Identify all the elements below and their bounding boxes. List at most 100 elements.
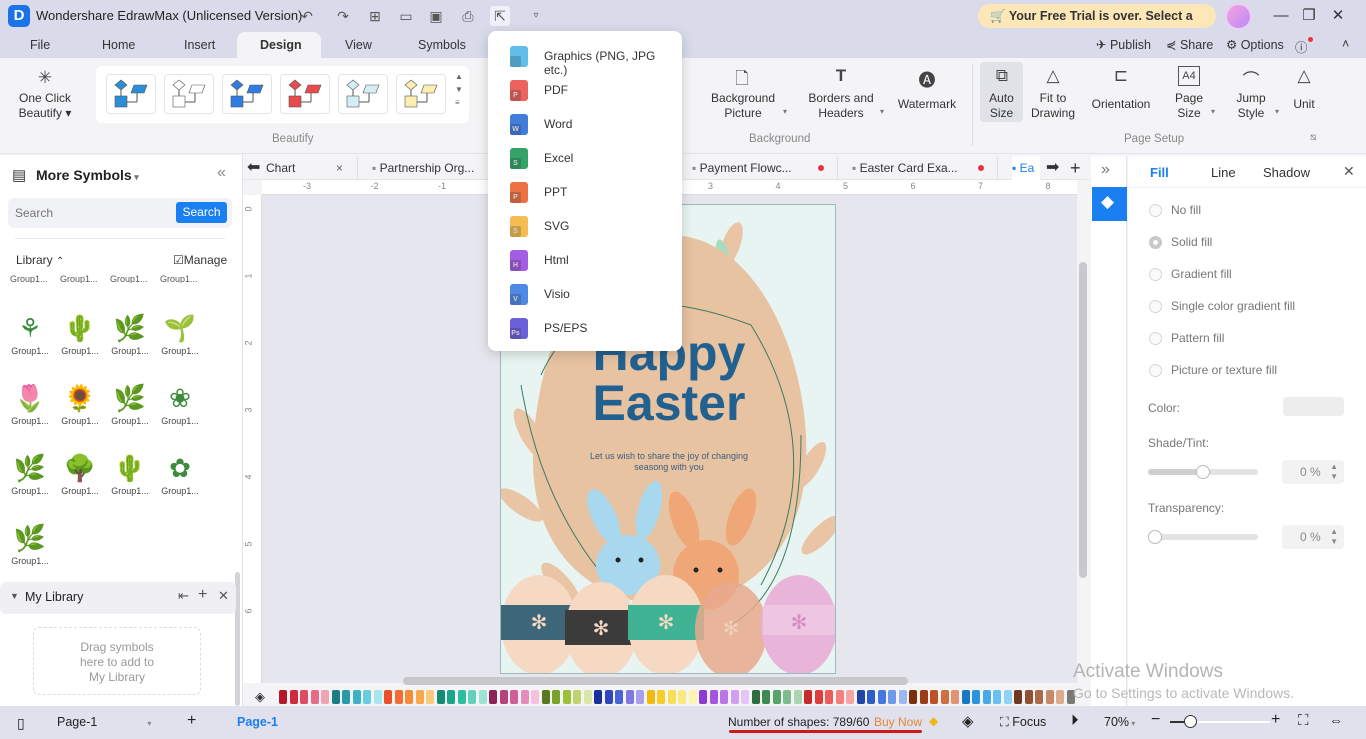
search-button[interactable]: Search (176, 202, 227, 223)
play-icon[interactable]: ⏵ (1071, 712, 1079, 729)
symbol-item[interactable]: 🌷 Group1... (7, 368, 53, 426)
color-picker[interactable] (1283, 397, 1344, 416)
color-swatch[interactable] (552, 690, 560, 704)
color-swatch[interactable] (499, 690, 508, 704)
restore-icon[interactable]: ❐ (1299, 6, 1319, 26)
color-swatch[interactable] (468, 690, 476, 704)
tab-line[interactable]: Line (1211, 165, 1236, 180)
redo-icon[interactable]: ↷ (333, 6, 353, 26)
color-swatch[interactable] (520, 690, 529, 704)
close-tab-icon[interactable]: × (336, 156, 343, 180)
spinner-icon[interactable]: ▲ ▼ (1330, 460, 1338, 482)
color-swatch[interactable] (300, 690, 308, 704)
color-swatch[interactable] (384, 690, 392, 704)
color-swatch[interactable] (951, 690, 959, 704)
symbol-search-input[interactable] (15, 203, 170, 223)
focus-button[interactable]: ⛶ Focus (1000, 715, 1046, 730)
collapse-panel-icon[interactable]: « (217, 164, 226, 182)
my-library-drop-zone[interactable]: Drag symbols here to add to My Library (33, 627, 201, 695)
close-icon[interactable]: ✕ (1343, 163, 1355, 180)
color-swatch[interactable] (741, 690, 749, 704)
buy-now-link[interactable]: Buy Now (874, 715, 922, 729)
color-swatch[interactable] (541, 690, 550, 704)
color-swatch[interactable] (657, 690, 665, 704)
one-click-beautify-button[interactable]: One Click Beautify ▾ (12, 91, 78, 121)
help-icon[interactable]: ⓘ (1295, 37, 1313, 56)
color-swatch[interactable] (846, 690, 854, 704)
color-swatch[interactable] (720, 690, 728, 704)
color-swatch[interactable] (457, 690, 466, 704)
tab-easter-card-example[interactable]: ▪ Easter Card Exa... (852, 156, 958, 180)
library-toggle[interactable]: Library ⌃ (16, 253, 64, 267)
fullscreen-icon[interactable]: ⛶ (1298, 712, 1309, 729)
color-swatch[interactable] (1014, 690, 1022, 704)
color-swatch[interactable] (1045, 690, 1054, 704)
beautify-style-5[interactable] (338, 74, 388, 114)
chevron-down-icon[interactable]: ▾ (1275, 107, 1279, 116)
orientation-button[interactable]: Orientation (1086, 97, 1156, 112)
symbol-item[interactable]: 🌵 Group1... (57, 298, 103, 356)
color-swatch[interactable] (898, 690, 907, 704)
fit-to-drawing-button[interactable]: Fit to Drawing (1028, 91, 1078, 121)
color-swatch[interactable] (888, 690, 896, 704)
menu-file[interactable]: File (30, 38, 50, 52)
menu-symbols[interactable]: Symbols (418, 38, 466, 52)
zoom-slider-handle[interactable] (1184, 715, 1197, 728)
menu-design[interactable]: Design (260, 38, 302, 52)
radio-no-fill[interactable] (1149, 204, 1162, 217)
symbol-item[interactable]: ✿ Group1... (157, 438, 203, 496)
print-icon[interactable]: ⎙ (458, 6, 478, 26)
page-tab[interactable]: Page-1 (237, 715, 278, 729)
share-button[interactable]: ⋞ Share (1166, 37, 1213, 52)
symbol-item[interactable]: 🌱 Group1... (157, 298, 203, 356)
zoom-out-icon[interactable]: − (1151, 711, 1160, 729)
scroll-tabs-left-icon[interactable]: ⬅ (247, 156, 260, 180)
color-swatch[interactable] (478, 690, 487, 704)
new-icon[interactable]: ⊞ (365, 6, 385, 26)
expand-panel-icon[interactable]: » (1101, 161, 1110, 179)
color-swatch[interactable] (730, 690, 739, 704)
color-swatch[interactable] (321, 690, 329, 704)
trial-banner[interactable]: 🛒 Your Free Trial is over. Select a Plan (978, 4, 1216, 47)
color-swatch[interactable] (1003, 690, 1012, 704)
color-swatch[interactable] (772, 690, 781, 704)
color-swatch[interactable] (573, 690, 581, 704)
export-option-ppt[interactable]: P PPT (488, 175, 682, 209)
radio-pattern-fill[interactable] (1149, 332, 1162, 345)
color-swatch[interactable] (993, 690, 1001, 704)
unit-button[interactable]: Unit (1285, 97, 1323, 112)
color-swatch[interactable] (405, 690, 413, 704)
zoom-in-icon[interactable]: + (1271, 711, 1280, 729)
color-swatch[interactable] (342, 690, 350, 704)
color-swatch[interactable] (982, 690, 991, 704)
export-icon[interactable]: ⇱ (490, 6, 510, 26)
color-swatch[interactable] (667, 690, 676, 704)
open-icon[interactable]: ▭ (396, 6, 416, 26)
color-swatch[interactable] (289, 690, 298, 704)
color-swatch[interactable] (909, 690, 917, 704)
tab-shadow[interactable]: Shadow (1263, 165, 1310, 180)
gallery-scroll[interactable]: ▲ ▼ ≡ (455, 70, 463, 109)
vertical-scrollbar[interactable] (1079, 262, 1087, 578)
color-swatch[interactable] (489, 690, 497, 704)
shade-tint-slider-handle[interactable] (1196, 465, 1210, 479)
color-swatch[interactable] (594, 690, 602, 704)
color-swatch[interactable] (961, 690, 970, 704)
close-icon[interactable]: ✕ (1328, 6, 1348, 26)
export-option-word[interactable]: W Word (488, 107, 682, 141)
beautify-style-6[interactable] (396, 74, 446, 114)
publish-button[interactable]: ✈ Publish (1096, 37, 1151, 52)
symbol-item[interactable]: 🌿 Group1... (7, 508, 53, 566)
color-swatch[interactable] (636, 690, 644, 704)
radio-solid-fill[interactable] (1149, 236, 1162, 249)
color-swatch[interactable] (678, 690, 686, 704)
export-option-graphics-png-jpg-etc[interactable]: Graphics (PNG, JPG etc.) (488, 39, 682, 77)
menu-view[interactable]: View (345, 38, 372, 52)
scroll-tabs-right-icon[interactable]: ➡ (1046, 156, 1059, 180)
color-swatch[interactable] (835, 690, 844, 704)
radio-single-color-gradient-fill[interactable] (1149, 300, 1162, 313)
dialog-launcher-icon[interactable]: ⧅ (1310, 132, 1316, 143)
color-swatch[interactable] (373, 690, 382, 704)
avatar[interactable] (1225, 3, 1252, 30)
tab-easter-active[interactable]: ▪ Ea (1012, 156, 1041, 180)
